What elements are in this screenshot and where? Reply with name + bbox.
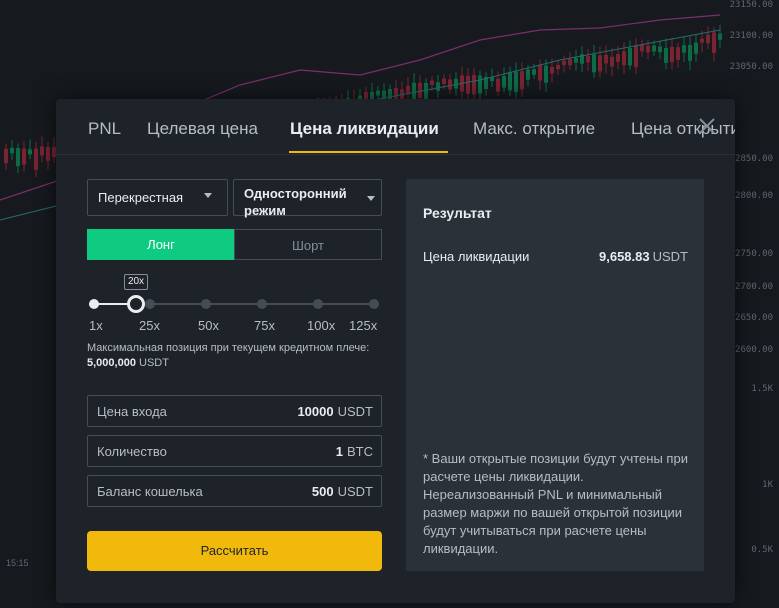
calculate-button[interactable]: Рассчитать — [87, 531, 382, 571]
result-title: Результат — [423, 205, 492, 221]
quantity-input[interactable]: 1 — [336, 444, 343, 459]
max-position-unit: USDT — [139, 357, 169, 369]
tab-liquidation-price[interactable]: Цена ликвидации — [290, 119, 439, 139]
quantity-label: Количество — [97, 444, 167, 459]
wallet-balance-unit: USDT — [337, 484, 373, 499]
entry-price-field[interactable]: Цена входа 10000 USDT — [87, 395, 382, 427]
entry-price-input[interactable]: 10000 — [297, 404, 333, 419]
volume-axis-label: 0.5K — [751, 545, 773, 555]
chevron-down-icon — [367, 196, 375, 201]
entry-price-unit: USDT — [337, 404, 373, 419]
price-axis-label: 22850.00 — [729, 154, 773, 164]
wallet-balance-field[interactable]: Баланс кошелька 500 USDT — [87, 475, 382, 507]
result-liquidation-unit: USDT — [652, 249, 688, 264]
result-liquidation-label: Цена ликвидации — [423, 249, 530, 264]
slider-step-25x[interactable] — [145, 299, 155, 309]
tab-open-price[interactable]: Цена открытия — [631, 119, 735, 139]
liquidation-calculator-modal: PNL Целевая цена Цена ликвидации Макс. о… — [56, 99, 735, 603]
slider-handle[interactable] — [127, 295, 145, 313]
calculator-tabs: PNL Целевая цена Цена ликвидации Макс. о… — [56, 99, 735, 155]
slider-step-1x[interactable] — [89, 299, 99, 309]
chevron-down-icon — [204, 193, 212, 198]
volume-axis-label: 1K — [762, 480, 773, 490]
quantity-unit: BTC — [347, 444, 373, 459]
leverage-slider[interactable] — [89, 295, 379, 313]
margin-mode-select[interactable]: Перекрестная — [87, 179, 228, 216]
tab-pnl[interactable]: PNL — [88, 119, 121, 139]
leverage-tick-label: 100x — [307, 318, 336, 333]
leverage-tick-label: 50x — [198, 318, 219, 333]
position-mode-value: Односторонний режим — [244, 186, 347, 218]
price-axis-label: 23150.00 — [729, 0, 773, 10]
leverage-tick-label: 75x — [254, 318, 275, 333]
leverage-tick-label: 125x — [349, 318, 378, 333]
tab-max-open[interactable]: Макс. открытие — [473, 119, 595, 139]
long-button[interactable]: Лонг — [87, 229, 235, 260]
close-icon[interactable] — [696, 115, 718, 137]
slider-step-50x[interactable] — [201, 299, 211, 309]
wallet-balance-label: Баланс кошелька — [97, 484, 203, 499]
quantity-field[interactable]: Количество 1 BTC — [87, 435, 382, 467]
price-axis-label: 23100.00 — [729, 31, 773, 41]
price-axis-label: 22750.00 — [729, 249, 773, 259]
tab-target-price[interactable]: Целевая цена — [147, 119, 258, 139]
price-axis-label: 22700.00 — [729, 282, 773, 292]
volume-axis-label: 1.5K — [751, 384, 773, 394]
slider-step-100x[interactable] — [313, 299, 323, 309]
slider-step-75x[interactable] — [257, 299, 267, 309]
price-axis-label: 22650.00 — [729, 313, 773, 323]
wallet-balance-input[interactable]: 500 — [312, 484, 334, 499]
price-axis-label: 23050.00 — [729, 62, 773, 72]
price-axis-label: 22800.00 — [729, 191, 773, 201]
result-panel: Результат Цена ликвидации 9,658.83 USDT *… — [406, 179, 704, 571]
leverage-tick-label: 1x — [89, 318, 103, 333]
max-position-note: Максимальная позиция при текущем кредитн… — [87, 341, 387, 371]
result-note: * Ваши открытые позиции будут учтены при… — [423, 451, 688, 556]
active-tab-indicator — [289, 151, 448, 153]
slider-step-125x[interactable] — [369, 299, 379, 309]
short-button[interactable]: Шорт — [234, 229, 382, 260]
entry-price-label: Цена входа — [97, 404, 167, 419]
time-axis-label: 15:15 — [6, 558, 29, 568]
margin-mode-value: Перекрестная — [98, 190, 184, 205]
leverage-tick-label: 25x — [139, 318, 160, 333]
max-position-text: Максимальная позиция при текущем кредитн… — [87, 342, 370, 354]
result-liquidation-value: 9,658.83 — [599, 249, 650, 264]
position-mode-select[interactable]: Односторонний режим — [233, 179, 382, 218]
price-axis: 23150.00 23100.00 23050.00 22850.00 2280… — [729, 0, 779, 608]
max-position-value: 5,000,000 — [87, 357, 136, 369]
leverage-tooltip: 20x — [124, 274, 148, 290]
price-axis-label: 22600.00 — [729, 345, 773, 355]
